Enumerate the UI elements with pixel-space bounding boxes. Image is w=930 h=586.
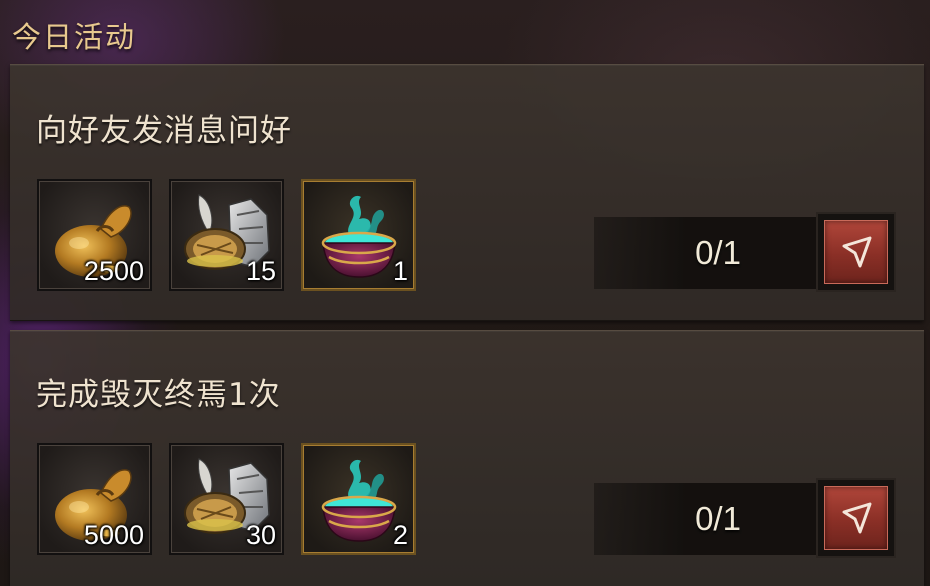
- reward-slot-coin-pouch[interactable]: 2500: [37, 179, 152, 291]
- go-button-frame: [816, 212, 896, 292]
- progress-box: 0/1: [594, 217, 822, 289]
- progress-text: 0/1: [695, 500, 741, 537]
- reward-quantity: 1: [392, 256, 408, 286]
- progress-box: 0/1: [594, 483, 822, 555]
- reward-slot-shield-gear[interactable]: 30: [169, 443, 284, 555]
- reward-quantity: 15: [245, 256, 276, 286]
- reward-quantity: 5000: [83, 520, 144, 550]
- reward-list: 5000 30 2: [37, 443, 416, 555]
- reward-slot-potion-cauldron[interactable]: 2: [301, 443, 416, 555]
- progress-text: 0/1: [695, 234, 741, 271]
- reward-list: 2500 15 1: [37, 179, 416, 291]
- task-card: 向好友发消息问好 2500 15 1 0/1: [10, 64, 924, 321]
- task-title: 向好友发消息问好: [36, 113, 292, 149]
- reward-slot-potion-cauldron[interactable]: 1: [301, 179, 416, 291]
- reward-quantity: 30: [245, 520, 276, 550]
- section-title: 今日活动: [12, 20, 137, 54]
- reward-slot-shield-gear[interactable]: 15: [169, 179, 284, 291]
- navigate-arrow-icon: [836, 232, 876, 272]
- task-card: 完成毁灭终焉1次 5000 30 2 0/1: [10, 330, 924, 586]
- go-button[interactable]: [824, 486, 888, 550]
- go-button-frame: [816, 478, 896, 558]
- task-title: 完成毁灭终焉1次: [36, 377, 281, 413]
- daily-activities-panel: 今日活动 向好友发消息问好 2500 15 1 0/1 完成毁灭终焉1次 500…: [0, 0, 930, 586]
- reward-quantity: 2: [392, 520, 408, 550]
- reward-slot-coin-pouch[interactable]: 5000: [37, 443, 152, 555]
- navigate-arrow-icon: [836, 498, 876, 538]
- go-button[interactable]: [824, 220, 888, 284]
- reward-quantity: 2500: [83, 256, 144, 286]
